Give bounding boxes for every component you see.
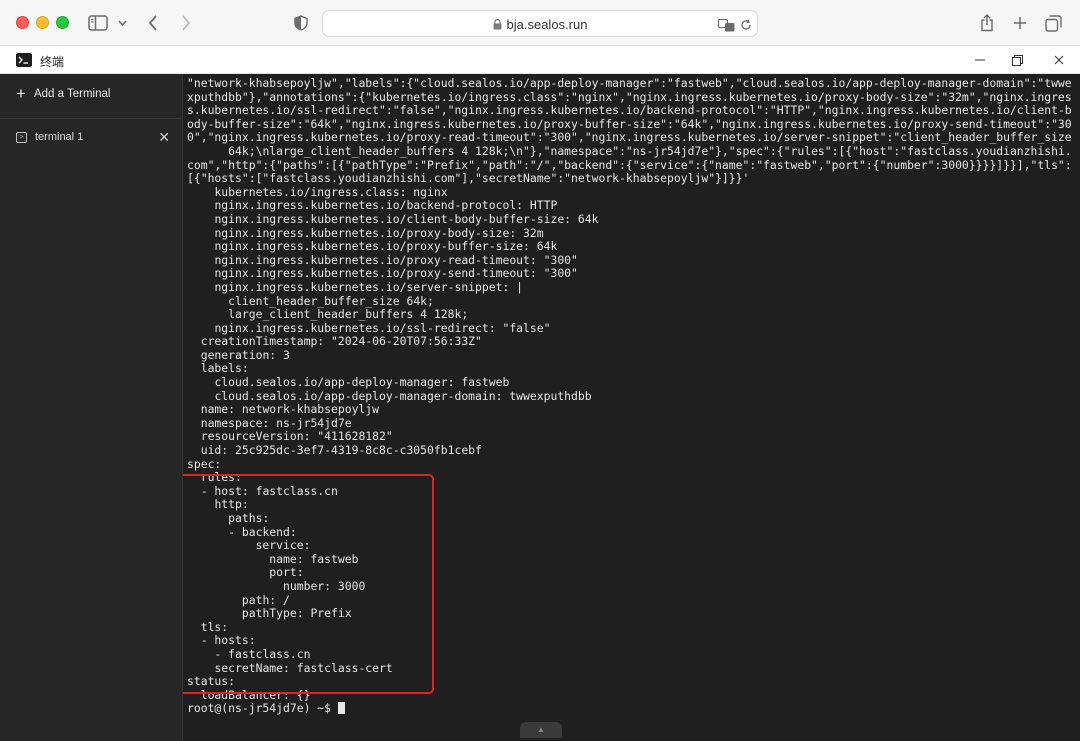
address-bar[interactable]: bja.sealos.run <box>322 10 758 37</box>
sidebar-item-terminal-1[interactable]: > terminal 1 ✕ <box>0 124 183 150</box>
reload-icon[interactable] <box>738 13 754 37</box>
translate-icon[interactable] <box>717 13 735 37</box>
terminal-line: spec: <box>187 456 222 471</box>
lock-icon <box>493 18 502 33</box>
share-icon[interactable] <box>977 11 997 35</box>
chevron-down-icon[interactable] <box>115 11 129 35</box>
sidebar-divider <box>0 118 183 119</box>
browser-toolbar: bja.sealos.run <box>0 0 1080 46</box>
close-window-button[interactable] <box>16 16 29 29</box>
url-text: bja.sealos.run <box>323 17 757 33</box>
terminal-line: nginx.ingress.kubernetes.io/proxy-buffer… <box>187 239 558 254</box>
terminal-line: uid: 25c925dc-3ef7-4319-8c8c-c3050fb1ceb… <box>187 443 482 458</box>
forward-icon[interactable] <box>176 11 196 35</box>
url-label: bja.sealos.run <box>506 17 588 32</box>
terminal-line: resourceVersion: "411628182" <box>187 429 393 444</box>
privacy-shield-icon[interactable] <box>291 11 311 35</box>
terminal-panel[interactable]: "network-khabsepoyljw","labels":{"cloud.… <box>183 74 1080 741</box>
close-terminal-icon[interactable]: ✕ <box>158 129 170 146</box>
plus-icon: + <box>16 84 26 103</box>
terminal-line: name: network-khabsepoyljw <box>187 402 380 417</box>
app-title-bar: 终端 <box>0 46 1080 74</box>
new-tab-icon[interactable] <box>1010 11 1030 35</box>
terminal-sidebar: + Add a Terminal > terminal 1 ✕ <box>0 74 183 741</box>
tab-overview-icon[interactable] <box>1043 11 1063 35</box>
terminal-line: large_client_header_buffers 4 128k; <box>187 307 469 322</box>
terminal-line: cloud.sealos.io/app-deploy-manager: fast… <box>187 375 510 390</box>
minimize-icon[interactable] <box>970 50 990 70</box>
add-terminal-label: Add a Terminal <box>33 88 111 100</box>
terminal-line: nginx.ingress.kubernetes.io/proxy-send-t… <box>187 266 578 281</box>
terminal-line: generation: 3 <box>187 347 290 362</box>
spec-highlight-box <box>183 474 434 694</box>
restore-icon[interactable] <box>1007 50 1027 70</box>
add-terminal-button[interactable]: + Add a Terminal <box>16 84 111 103</box>
terminal-line: nginx.ingress.kubernetes.io/backend-prot… <box>187 198 558 213</box>
terminal-line: nginx.ingress.kubernetes.io/proxy-body-s… <box>187 225 544 240</box>
terminal-line: creationTimestamp: "2024-06-20T07:56:33Z… <box>187 334 482 349</box>
app-title: 终端 <box>40 55 65 69</box>
terminal-line: nginx.ingress.kubernetes.io/proxy-read-t… <box>187 252 578 267</box>
terminal-line: namespace: ns-jr54jd7e <box>187 415 352 430</box>
terminal-line: kubernetes.io/ingress.class: nginx <box>187 184 448 199</box>
scroll-handle-icon[interactable]: ▲ <box>520 722 562 738</box>
terminal-line: 64k;\nlarge_client_header_buffers 4 128k… <box>187 143 1072 186</box>
terminal-line: nginx.ingress.kubernetes.io/ssl-redirect… <box>187 320 551 335</box>
zoom-window-button[interactable] <box>56 16 69 29</box>
back-icon[interactable] <box>143 11 163 35</box>
terminal-line: client_header_buffer_size 64k; <box>187 293 434 308</box>
terminal-line: cloud.sealos.io/app-deploy-manager-domai… <box>187 388 592 403</box>
terminal-line: labels: <box>187 361 249 376</box>
terminal-line: nginx.ingress.kubernetes.io/server-snipp… <box>187 279 524 294</box>
terminal-tab-label: terminal 1 <box>35 131 84 143</box>
minimize-window-button[interactable] <box>36 16 49 29</box>
terminal-app-icon <box>16 53 32 67</box>
close-icon[interactable] <box>1049 50 1069 70</box>
terminal-line: nginx.ingress.kubernetes.io/client-body-… <box>187 211 599 226</box>
terminal-icon: > <box>16 131 27 143</box>
sidebar-toggle-icon[interactable] <box>86 11 110 35</box>
terminal-cursor <box>337 702 345 715</box>
terminal-line: root@(ns-jr54jd7e) ~$ <box>187 702 1072 716</box>
terminal-line: "network-khabsepoyljw","labels":{"cloud.… <box>187 76 1072 145</box>
